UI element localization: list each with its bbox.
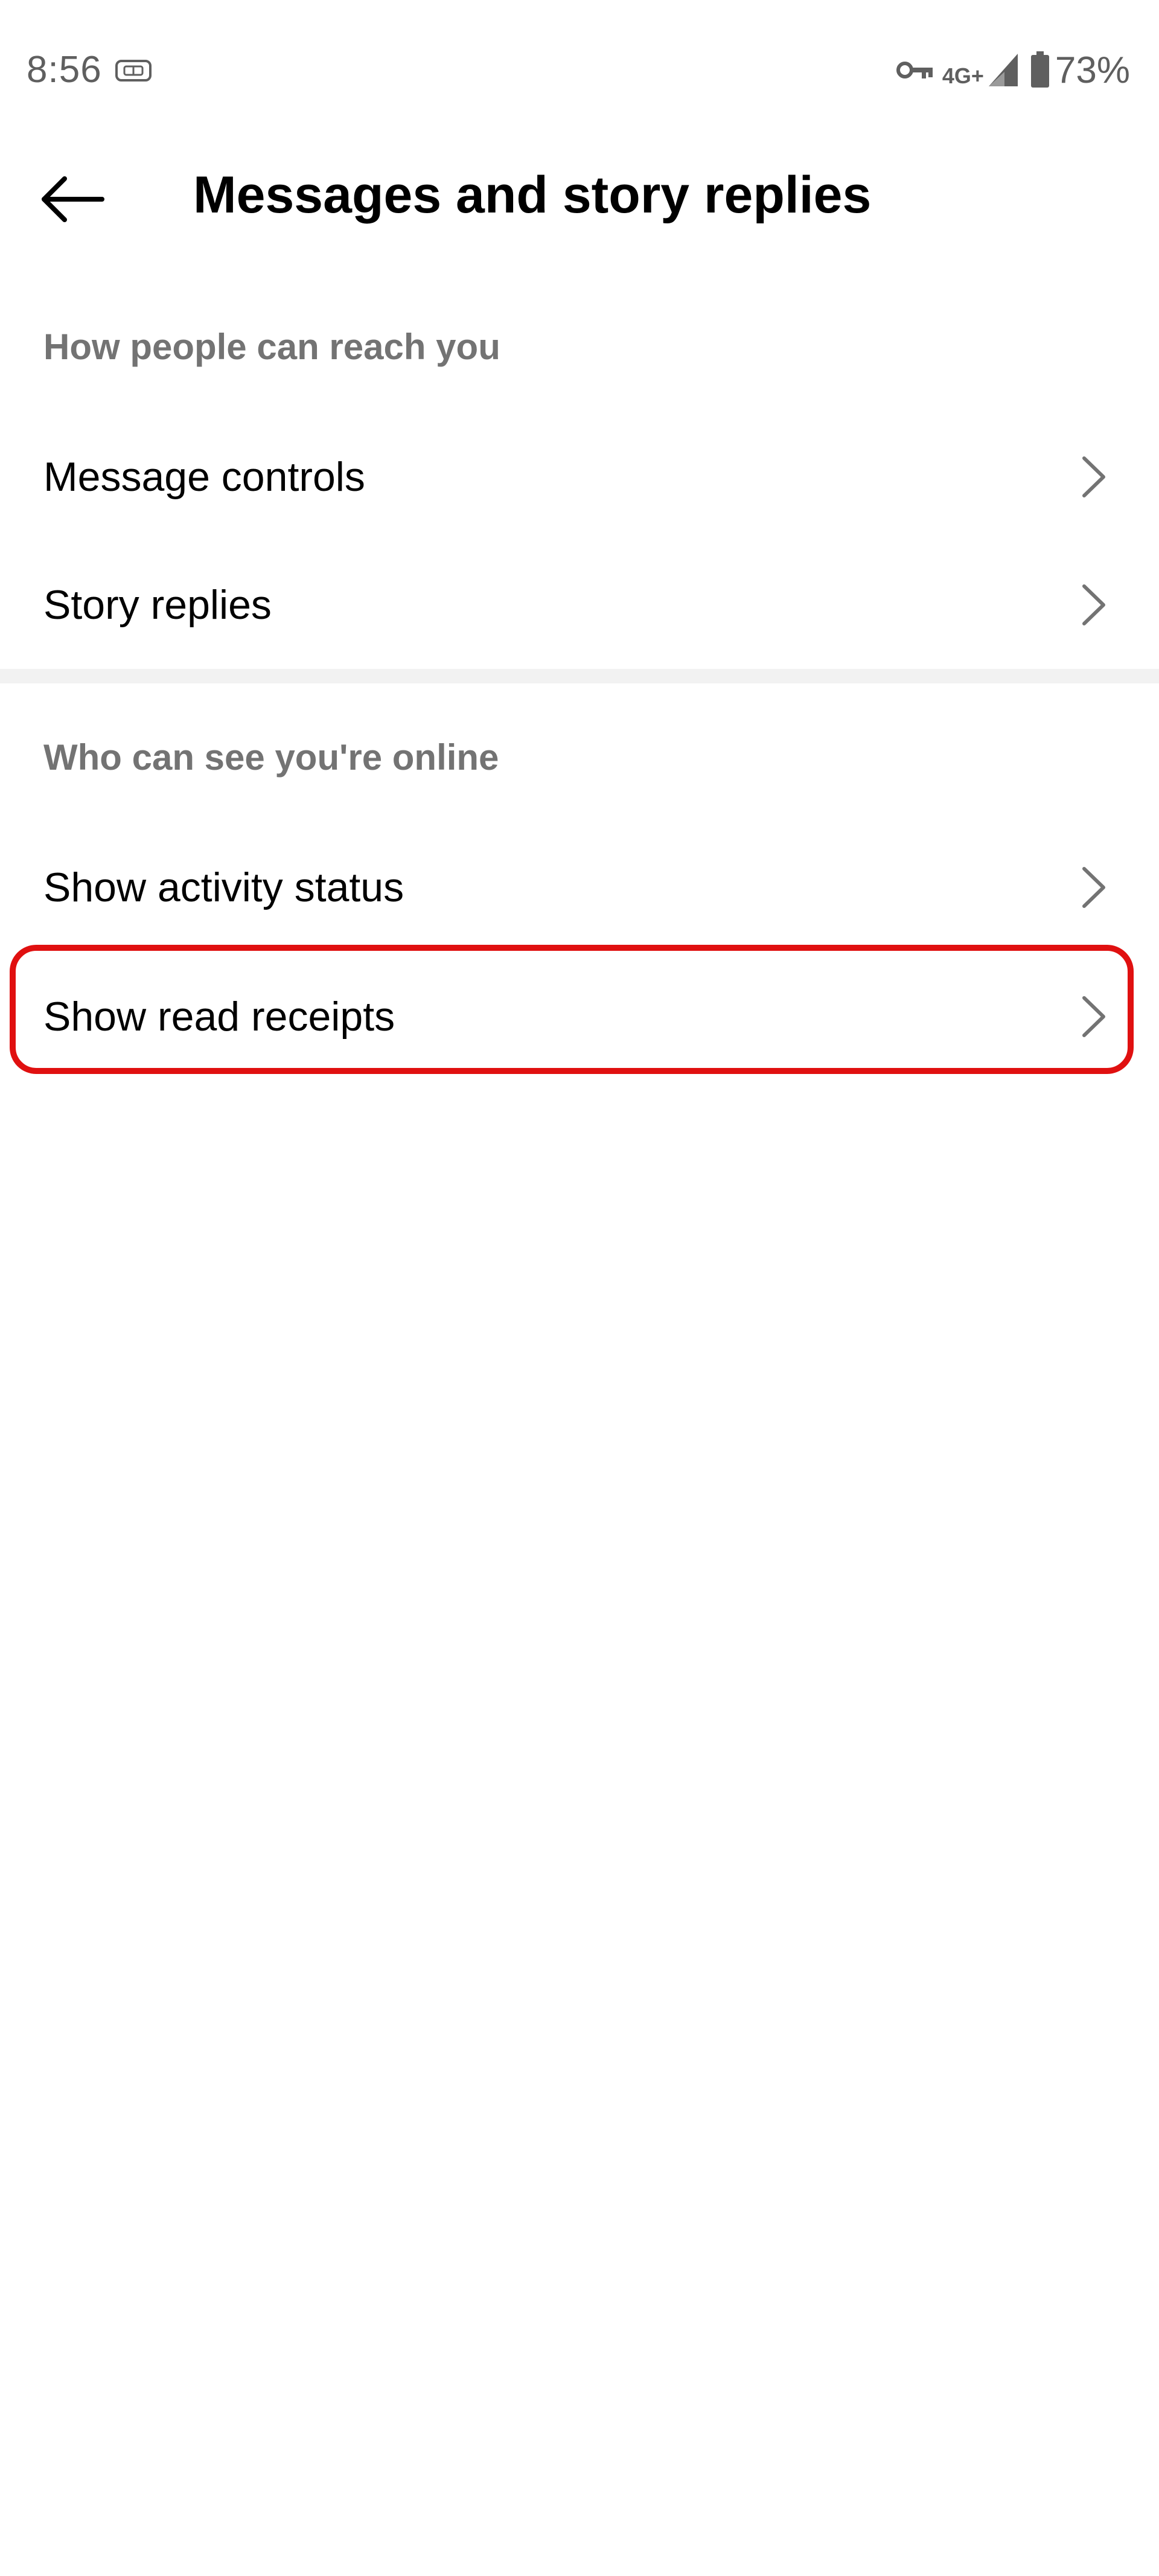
section-header-online: Who can see you're online xyxy=(43,737,499,778)
app-header: Messages and story replies xyxy=(0,145,1159,254)
section-divider xyxy=(0,669,1159,683)
menu-item-label: Show activity status xyxy=(43,865,404,910)
vpn-key-icon xyxy=(896,62,933,78)
arrow-left-icon xyxy=(42,176,104,222)
status-icons: 4G+ 73% xyxy=(895,46,1130,94)
section-header-reach: How people can reach you xyxy=(43,327,500,367)
network-type: 4G+ xyxy=(942,63,984,88)
menu-item-story-replies[interactable]: Story replies xyxy=(0,545,1159,665)
battery-icon xyxy=(1030,51,1049,88)
menu-item-label: Story replies xyxy=(43,582,272,628)
page-title: Messages and story replies xyxy=(193,166,872,224)
chevron-right-icon xyxy=(1082,584,1105,625)
status-bar: 8:56 4G+ 73% xyxy=(0,0,1159,145)
menu-item-message-controls[interactable]: Message controls xyxy=(0,417,1159,537)
menu-item-label: Message controls xyxy=(43,454,365,500)
menu-item-show-activity-status[interactable]: Show activity status xyxy=(0,827,1159,948)
sim-card-icon xyxy=(115,60,152,81)
chevron-right-icon xyxy=(1082,996,1105,1037)
battery-percentage: 73% xyxy=(1055,49,1130,91)
screen: 8:56 4G+ 73% Messages and story replies … xyxy=(0,0,1159,2576)
menu-item-label: Show read receipts xyxy=(43,994,395,1040)
menu-item-show-read-receipts[interactable]: Show read receipts xyxy=(0,956,1159,1077)
chevron-right-icon xyxy=(1082,456,1105,497)
back-button[interactable] xyxy=(30,169,115,229)
signal-icon xyxy=(988,54,1018,86)
status-time: 8:56 xyxy=(27,49,102,91)
chevron-right-icon xyxy=(1082,867,1105,908)
